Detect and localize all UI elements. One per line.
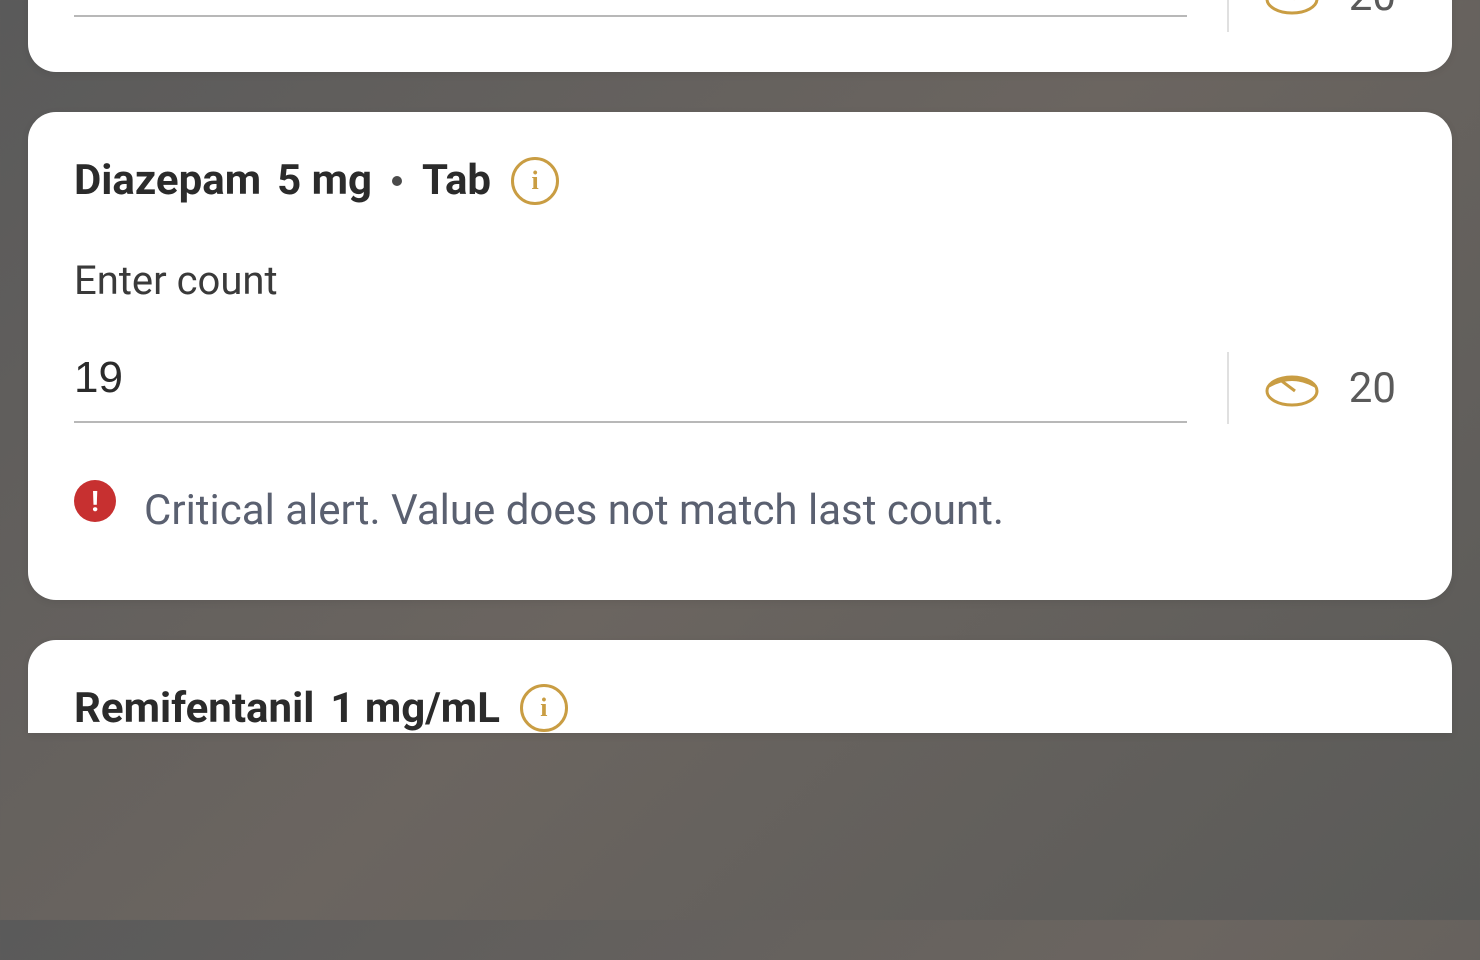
drug-form: Tab xyxy=(422,156,491,205)
count-input-placeholder-text[interactable]: Tablets xyxy=(74,0,1187,17)
expected-count-display: 20 xyxy=(1265,0,1406,21)
vertical-divider xyxy=(1227,352,1229,424)
info-icon[interactable]: i xyxy=(520,684,568,732)
expected-count-display: 20 xyxy=(1265,364,1406,413)
medication-header: Diazepam 5 mg Tab i xyxy=(74,156,1406,205)
medication-card: Diazepam 5 mg Tab i Enter count 20 ! xyxy=(28,112,1452,600)
expected-count-value: 20 xyxy=(1349,0,1396,21)
expected-count-value: 20 xyxy=(1349,364,1396,413)
vertical-divider xyxy=(1227,0,1229,32)
drug-dose: 1 mg/mL xyxy=(330,684,500,733)
count-input[interactable] xyxy=(74,353,1187,403)
medication-card: Tablets 20 xyxy=(28,0,1452,72)
alert-text: Critical alert. Value does not match las… xyxy=(144,472,1004,550)
drug-dose: 5 mg xyxy=(277,156,372,205)
dot-separator-icon xyxy=(392,176,402,186)
info-icon[interactable]: i xyxy=(511,157,559,205)
pill-icon xyxy=(1265,0,1319,15)
medication-card: Remifentanil 1 mg/mL i xyxy=(28,640,1452,733)
drug-name: Remifentanil xyxy=(74,684,314,733)
drug-name: Diazepam xyxy=(74,156,261,205)
alert-message: ! Critical alert. Value does not match l… xyxy=(74,472,1406,550)
medication-header: Remifentanil 1 mg/mL i xyxy=(74,684,1406,733)
alert-icon: ! xyxy=(74,480,116,522)
count-input-label: Enter count xyxy=(74,257,1406,304)
pill-icon xyxy=(1265,369,1319,407)
